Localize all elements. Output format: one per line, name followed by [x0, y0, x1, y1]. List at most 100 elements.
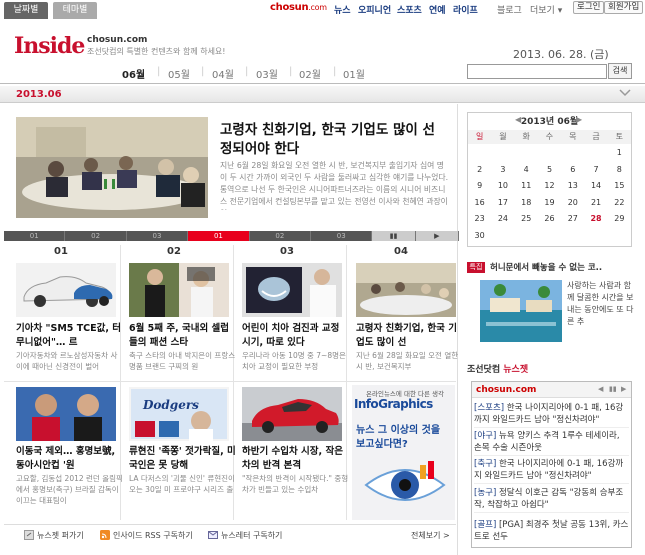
card-image[interactable]	[16, 387, 116, 441]
calendar-day[interactable]: 8	[608, 162, 631, 179]
calendar-day[interactable]: 30	[468, 228, 491, 245]
view-all-link[interactable]: 전체보기 >	[411, 530, 450, 541]
calendar-day[interactable]: 18	[515, 195, 538, 212]
card-image[interactable]	[356, 263, 456, 317]
chevron-right-icon[interactable]: ▶	[621, 385, 626, 393]
chevron-down-icon[interactable]	[619, 89, 631, 97]
chevron-left-icon[interactable]: ◀	[598, 385, 603, 393]
slider-page-02[interactable]: 02	[65, 231, 127, 241]
slider-page-02-b[interactable]: 02	[249, 231, 312, 241]
nav-opinion[interactable]: 오피니언	[358, 3, 391, 16]
card-image[interactable]	[129, 263, 229, 317]
calendar-day[interactable]: 17	[491, 195, 514, 212]
chevron-right-icon[interactable]: ▶	[576, 115, 582, 124]
newsjet-category: [농구]	[474, 488, 497, 498]
calendar-day[interactable]: 20	[561, 195, 584, 212]
card-image[interactable]	[16, 263, 116, 317]
month-05[interactable]: 05월	[168, 66, 190, 81]
card-image[interactable]	[242, 387, 342, 441]
calendar-day[interactable]: 2	[468, 162, 491, 179]
newsjet-item[interactable]: [농구] 정달식 이호근 감독 "강동희 승부조작, 착잡하고 아쉽다"	[474, 487, 629, 511]
join-button[interactable]: 회원가입	[604, 1, 644, 14]
card-title[interactable]: 하반기 수입차 시장, 작은차의 반격 본격	[242, 445, 350, 473]
slider-page-01-b[interactable]: 01	[188, 231, 250, 241]
newsjet-category: [골프]	[474, 520, 497, 530]
newsjet-share-link[interactable]: 뉴스젯 퍼가기	[37, 530, 84, 541]
card-image[interactable]	[242, 263, 342, 317]
newsjet-headline: 정달식 이호근 감독 "강동희 승부조작, 착잡하고 아쉽다"	[474, 488, 624, 510]
calendar-day[interactable]: 26	[538, 211, 561, 228]
slider-page-01[interactable]: 01	[4, 231, 66, 241]
calendar-day[interactable]: 4	[515, 162, 538, 179]
newsjet-item[interactable]: [골프] [PGA] 최경주 첫날 공동 13위, 카스트로 선두	[474, 519, 629, 543]
tab-by-theme[interactable]: 테마별	[53, 2, 97, 19]
month-03[interactable]: 03월	[256, 66, 278, 81]
divider	[474, 512, 629, 513]
nav-life[interactable]: 라이프	[453, 3, 478, 16]
calendar-day[interactable]: 16	[468, 195, 491, 212]
month-06[interactable]: 06월	[122, 66, 145, 81]
rss-subscribe-link[interactable]: 인사이드 RSS 구독하기	[113, 530, 193, 541]
infographics-banner[interactable]: 온라인뉴스에 대한 다른 생각 InfoGraphics 뉴스 그 이상의 것을…	[352, 385, 455, 520]
calendar-day[interactable]: 11	[515, 178, 538, 195]
calendar-day[interactable]: 21	[584, 195, 607, 212]
calendar-day[interactable]: 19	[538, 195, 561, 212]
login-button[interactable]: 로그인	[573, 1, 605, 14]
month-04[interactable]: 04월	[212, 66, 234, 81]
calendar-day[interactable]: 23	[468, 211, 491, 228]
inside-logo[interactable]: Inside	[14, 33, 85, 59]
card-title[interactable]: 이동국 제외… 홍명보號, 동아시안컵 '원	[16, 445, 124, 473]
calendar-day[interactable]: 27	[561, 211, 584, 228]
nav-sports[interactable]: 스포츠	[397, 3, 422, 16]
calendar-day[interactable]: 1	[608, 145, 631, 162]
calendar-day[interactable]: 10	[491, 178, 514, 195]
newsjet-item[interactable]: [야구] 뉴욕 양키스 추격 1루수 테세이라, 손목 수술 시즌아웃	[474, 430, 629, 454]
calendar-day[interactable]: 25	[515, 211, 538, 228]
newsjet-item[interactable]: [축구] 한국 나이지리아에 0-1 패, 16강까지 와일드카드 남아 "정신…	[474, 458, 629, 482]
month-02[interactable]: 02월	[299, 66, 321, 81]
search-button[interactable]: 검색	[608, 63, 632, 79]
nav-entertainment[interactable]: 연예	[429, 3, 446, 16]
calendar-day[interactable]: 6	[561, 162, 584, 179]
featured-image[interactable]	[16, 117, 208, 218]
tab-by-date[interactable]: 날짜별	[4, 2, 48, 19]
special-title[interactable]: 허니문에서 빼놓을 수 없는 코..	[490, 261, 635, 273]
newsjet-item[interactable]: [스포츠] 한국 나이지리아에 0-1 패, 16강까지 와일드카드 남아 "정…	[474, 402, 629, 426]
newsjet-title: 조선닷컴 뉴스젯	[467, 362, 528, 375]
card-title[interactable]: 6월 5째 주, 국내외 셀럽들의 패션 스타	[129, 322, 237, 350]
calendar-day[interactable]: 14	[584, 178, 607, 195]
calendar-empty	[468, 145, 491, 162]
calendar-day[interactable]: 9	[468, 178, 491, 195]
nav-blog[interactable]: 블로그	[497, 3, 522, 16]
calendar-day[interactable]: 3	[491, 162, 514, 179]
chosun-logo[interactable]: chosun.com	[270, 2, 327, 13]
special-image[interactable]	[480, 280, 562, 342]
pause-icon[interactable]: ▮▮	[372, 231, 416, 241]
calendar-day[interactable]: 22	[608, 195, 631, 212]
featured-title[interactable]: 고령자 친화기업, 한국 기업도 많이 선정되어야 한다	[220, 121, 445, 159]
calendar-day[interactable]: 13	[561, 178, 584, 195]
nav-news[interactable]: 뉴스	[334, 3, 351, 16]
month-01[interactable]: 01월	[343, 66, 365, 81]
card-title[interactable]: 류현진 '족쫑' 젓가락질, 미국인은 못 당해	[129, 445, 237, 473]
newsletter-subscribe-link[interactable]: 뉴스레터 구독하기	[221, 530, 282, 541]
card-image[interactable]: Dodgers	[129, 387, 229, 441]
calendar-day[interactable]: 7	[584, 162, 607, 179]
calendar-day[interactable]: 15	[608, 178, 631, 195]
card-summary: 축구 스타의 아내 박지은이 프랑스 명품 브랜드 구찌의 원	[129, 351, 236, 371]
calendar-day[interactable]: 24	[491, 211, 514, 228]
calendar-day[interactable]: 29	[608, 211, 631, 228]
slider-page-03-b[interactable]: 03	[311, 231, 373, 241]
play-icon[interactable]: ▶	[415, 231, 459, 241]
pause-icon[interactable]: ▮▮	[609, 385, 617, 393]
calendar-day[interactable]: 5	[538, 162, 561, 179]
newsjet-headline: [PGA] 최경주 첫날 공동 13위, 카스트로 선두	[474, 520, 629, 542]
nav-more[interactable]: 더보기 ▾	[530, 3, 562, 16]
calendar-day[interactable]: 12	[538, 178, 561, 195]
card-title[interactable]: 고령자 친화기업, 한국 기업도 많이 선	[356, 322, 464, 350]
slider-page-03[interactable]: 03	[126, 231, 189, 241]
calendar-day[interactable]: 28	[584, 211, 607, 228]
card-title[interactable]: 어린이 치아 검진과 교정 시기, 따로 있다	[242, 322, 350, 350]
search-input[interactable]	[467, 64, 607, 79]
card-title[interactable]: 기아차 "SM5 TCE값, 터무니없어"… 르	[16, 322, 124, 350]
